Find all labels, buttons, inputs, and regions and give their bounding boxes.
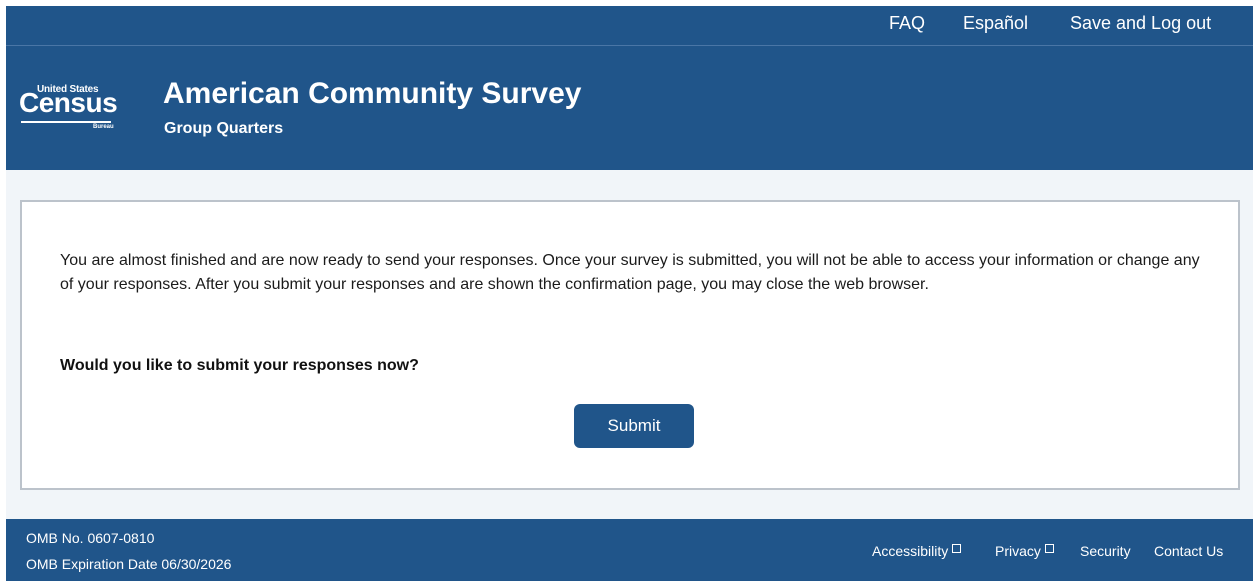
contact-us-link[interactable]: Contact Us: [1154, 543, 1223, 559]
site-header: FAQ Español Save and Log out United Stat…: [6, 6, 1253, 170]
main-content: You are almost finished and are now read…: [6, 170, 1253, 519]
submit-button[interactable]: Submit: [574, 404, 694, 448]
privacy-link[interactable]: Privacy: [995, 543, 1054, 559]
submission-question: Would you like to submit your responses …: [60, 357, 419, 374]
security-link[interactable]: Security: [1080, 543, 1131, 559]
logo-word: Census: [19, 87, 118, 118]
privacy-link-label: Privacy: [995, 543, 1041, 559]
external-link-icon: [1044, 544, 1054, 553]
logo-underline: [21, 121, 111, 123]
site-subtitle: Group Quarters: [164, 120, 284, 137]
omb-number: OMB No. 0607-0810: [26, 530, 155, 546]
site-footer: OMB No. 0607-0810 OMB Expiration Date 06…: [6, 519, 1253, 581]
census-bureau-logo[interactable]: United States Census Bureau: [19, 84, 119, 132]
espanol-link[interactable]: Español: [963, 13, 1028, 34]
submit-card: You are almost finished and are now read…: [20, 200, 1240, 490]
accessibility-link-label: Accessibility: [872, 543, 949, 559]
site-title: American Community Survey: [163, 77, 582, 110]
save-and-logout-link[interactable]: Save and Log out: [1070, 13, 1211, 34]
submission-message: You are almost finished and are now read…: [60, 252, 1200, 293]
logo-bottom-line: Bureau: [93, 124, 114, 130]
page: FAQ Español Save and Log out United Stat…: [0, 0, 1253, 581]
utility-nav: FAQ Español Save and Log out: [6, 6, 1253, 46]
faq-link[interactable]: FAQ: [889, 13, 925, 34]
external-link-icon: [952, 544, 962, 553]
omb-expiration-date: OMB Expiration Date 06/30/2026: [26, 556, 232, 572]
accessibility-link[interactable]: Accessibility: [872, 543, 962, 559]
